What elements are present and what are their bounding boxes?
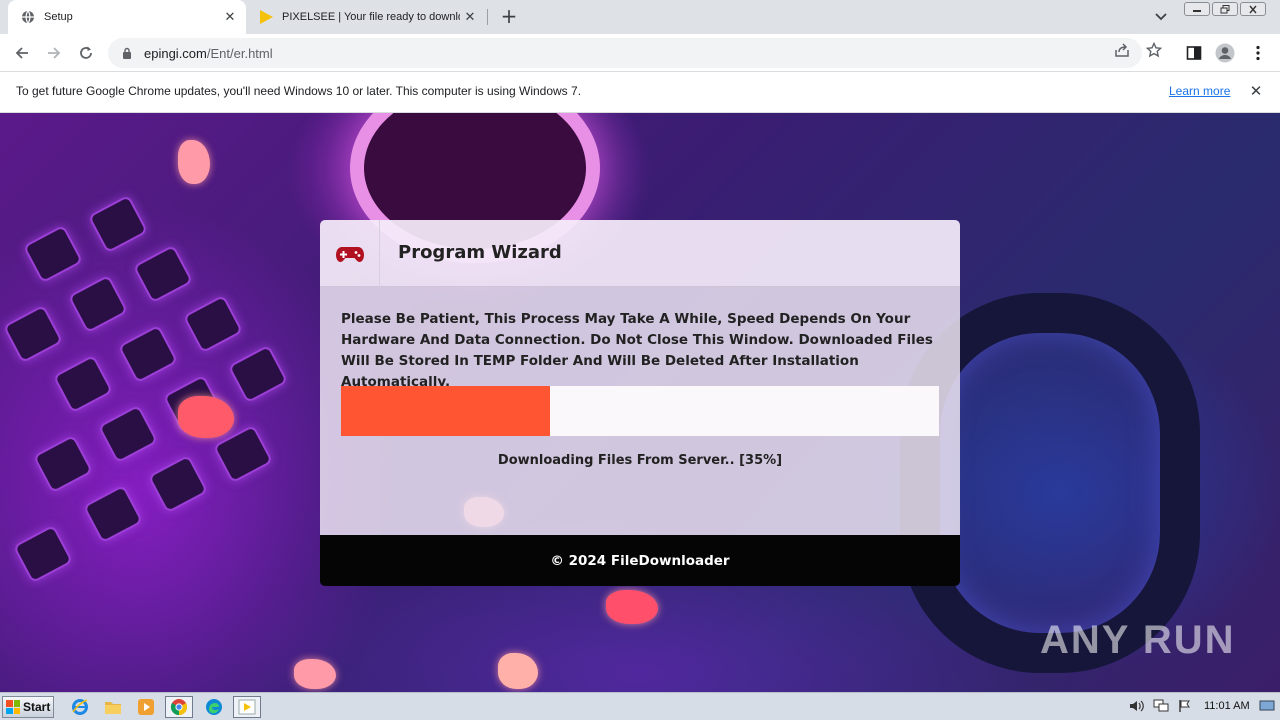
background-key: [12, 524, 74, 584]
browser-toolbar: epingi.com/Ent/er.html: [0, 34, 1280, 72]
background-key: [2, 304, 64, 364]
system-clock: 11:01 AM: [1204, 700, 1250, 712]
tab-strip: Setup ✕ PIXELSEE | Your file ready to do…: [0, 0, 1280, 34]
wizard-header: Program Wizard: [320, 220, 960, 287]
volume-icon[interactable]: [1128, 697, 1146, 715]
url-text: epingi.com/Ent/er.html: [144, 45, 273, 61]
background-key: [227, 344, 289, 404]
windows-taskbar: Start 11:01 AM: [0, 692, 1280, 720]
globe-icon: [20, 9, 36, 25]
page-content: ANY RUN Program Wizard Please Be Patient…: [0, 113, 1280, 692]
background-key: [97, 404, 159, 464]
tab-setup[interactable]: Setup ✕: [8, 0, 246, 34]
background-key: [82, 484, 144, 544]
chrome-icon[interactable]: [165, 696, 193, 718]
media-player-icon[interactable]: [132, 696, 160, 718]
play-icon: [258, 9, 274, 25]
download-progress-bar: [341, 386, 939, 436]
pixelsee-taskbar-icon[interactable]: [233, 696, 261, 718]
forward-arrow-icon[interactable]: [42, 41, 66, 65]
update-infobar: To get future Google Chrome updates, you…: [0, 72, 1280, 113]
infobar-close-icon[interactable]: ✕: [1248, 83, 1264, 99]
background-candy: [178, 396, 234, 438]
wizard-footer: © 2024 FileDownloader: [320, 535, 960, 586]
minimize-button[interactable]: [1184, 2, 1210, 16]
background-candy: [294, 659, 336, 689]
tab-close-icon[interactable]: ✕: [460, 7, 480, 27]
profile-avatar-icon[interactable]: [1213, 41, 1237, 65]
wizard-description: Please Be Patient, This Process May Take…: [341, 311, 933, 390]
download-status: Downloading Files From Server.. [35%]: [497, 453, 783, 468]
internet-explorer-icon[interactable]: [66, 696, 94, 718]
file-explorer-icon[interactable]: [99, 696, 127, 718]
learn-more-link[interactable]: Learn more: [1169, 84, 1230, 98]
background-key: [117, 324, 179, 384]
progress-fill: [341, 386, 551, 436]
wizard-body: Please Be Patient, This Process May Take…: [320, 287, 960, 535]
background-key: [132, 244, 194, 304]
background-key: [67, 274, 129, 334]
action-center-flag-icon[interactable]: [1176, 697, 1194, 715]
close-window-button[interactable]: [1240, 2, 1266, 16]
edge-icon[interactable]: [200, 696, 228, 718]
kebab-menu-icon[interactable]: [1246, 41, 1270, 65]
start-button[interactable]: Start: [2, 696, 54, 718]
windows-logo-icon: [6, 700, 20, 714]
restore-button[interactable]: [1212, 2, 1238, 16]
window-controls: [1184, 2, 1266, 16]
address-bar[interactable]: epingi.com/Ent/er.html: [108, 38, 1142, 68]
back-arrow-icon[interactable]: [10, 41, 34, 65]
background-key: [147, 454, 209, 514]
new-tab-button[interactable]: +: [498, 6, 520, 28]
background-key: [87, 194, 149, 254]
background-key: [182, 294, 244, 354]
share-icon[interactable]: [1113, 41, 1131, 59]
background-key: [32, 434, 94, 494]
start-label: Start: [23, 700, 51, 714]
anyrun-watermark: ANY RUN: [1040, 618, 1236, 662]
network-icon[interactable]: [1152, 697, 1170, 715]
background-candy: [498, 653, 538, 689]
show-desktop-icon[interactable]: [1258, 697, 1276, 715]
tab-title: Setup: [44, 11, 73, 23]
background-candy: [606, 590, 658, 624]
bookmark-star-icon[interactable]: [1145, 41, 1163, 59]
reload-icon[interactable]: [74, 41, 98, 65]
tab-search-chevron-icon[interactable]: [1150, 7, 1172, 27]
background-key: [52, 354, 114, 414]
program-wizard-dialog: Program Wizard Please Be Patient, This P…: [320, 220, 960, 586]
background-key: [22, 224, 84, 284]
tab-separator: [487, 9, 488, 25]
infobar-message: To get future Google Chrome updates, you…: [16, 84, 582, 98]
side-panel-icon[interactable]: [1182, 41, 1206, 65]
background-candy: [178, 140, 210, 184]
tab-pixelsee[interactable]: PIXELSEE | Your file ready to downlo ✕: [250, 0, 486, 34]
tab-close-icon[interactable]: ✕: [220, 7, 240, 27]
lock-icon[interactable]: [120, 46, 134, 60]
wizard-title: Program Wizard: [398, 242, 562, 263]
tab-title: PIXELSEE | Your file ready to downlo: [282, 11, 460, 23]
gamepad-icon: [320, 220, 380, 287]
